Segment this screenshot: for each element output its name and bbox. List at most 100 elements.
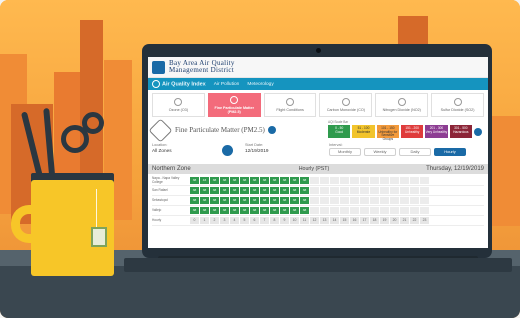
hour-value[interactable]: 38 [220, 197, 229, 204]
hour-value[interactable]: 38 [280, 177, 289, 184]
empty-cell [420, 187, 429, 194]
pm25-badge-icon [148, 117, 173, 143]
aqi-label: Moderate [356, 129, 371, 134]
hour-value[interactable]: 38 [240, 187, 249, 194]
empty-cell [420, 197, 429, 204]
hour-value[interactable]: 38 [290, 177, 299, 184]
tile-carbon-monoxide[interactable]: Carbon Monoxide (CO) [319, 93, 373, 117]
hour-value[interactable]: 38 [230, 197, 239, 204]
start-date-value[interactable]: 12/19/2019 [245, 148, 311, 153]
hour-value[interactable]: 38 [270, 197, 279, 204]
nav-air-quality-index[interactable]: Air Quality Index [152, 80, 206, 88]
empty-cell [330, 197, 339, 204]
hour-value[interactable]: 38 [290, 187, 299, 194]
weekly-button[interactable]: Weekly [364, 148, 396, 156]
empty-cell [350, 177, 359, 184]
zone-header: Northern Zone Hourly (PST) Thursday, 12/… [148, 164, 488, 174]
scissors-handle-icon [82, 112, 104, 134]
tile-pm25[interactable]: Fine Particulate Matter (PM2.5) [207, 93, 261, 117]
hour-value[interactable]: 38 [280, 187, 289, 194]
tile-flight-conditions[interactable]: Flight Conditions [263, 93, 317, 117]
empty-cell [310, 197, 319, 204]
hour-value[interactable]: 38 [250, 177, 259, 184]
tea-string [96, 189, 97, 230]
hour-value[interactable]: 38 [240, 177, 249, 184]
monthly-button[interactable]: Monthly [329, 148, 361, 156]
hour-value[interactable]: 38 [190, 197, 199, 204]
hour-value[interactable]: 38 [200, 197, 209, 204]
hour-value[interactable]: 38 [240, 197, 249, 204]
hour-value[interactable]: 38 [300, 177, 309, 184]
hour-label: 2 [210, 217, 219, 224]
hour-value[interactable]: 38 [260, 207, 269, 214]
hour-value[interactable]: 38 [270, 187, 279, 194]
tile-label: Sulfur Dioxide (SO2) [440, 108, 475, 112]
hour-value[interactable]: 38 [280, 207, 289, 214]
hour-value[interactable]: 38 [300, 197, 309, 204]
hour-value[interactable]: 38 [190, 177, 199, 184]
hour-label: 6 [250, 217, 259, 224]
hour-value[interactable]: 38 [270, 207, 279, 214]
empty-cell [420, 177, 429, 184]
hour-value[interactable]: 38 [300, 207, 309, 214]
hour-value[interactable]: 38 [210, 207, 219, 214]
hourly-cells: 38 38 38 38 38 38 38 38 38 38 38 38 [190, 197, 429, 204]
hour-value[interactable]: 38 [290, 207, 299, 214]
hour-value[interactable]: 38 [200, 207, 209, 214]
nav-air-pollution[interactable]: Air Pollution [214, 82, 240, 87]
hour-value[interactable]: 38 [260, 177, 269, 184]
app-header: Bay Area Air Quality Management District [148, 57, 488, 78]
hour-value[interactable]: 38 [260, 187, 269, 194]
nav-label: Meteorology [247, 81, 274, 87]
hour-value[interactable]: 38 [250, 197, 259, 204]
hour-value[interactable]: 38 [220, 187, 229, 194]
aqi-label: Hazardous [453, 129, 469, 134]
interval-filter: Interval: Monthly Weekly Daily Hourly [329, 143, 466, 156]
hour-label: 22 [410, 217, 419, 224]
hour-value[interactable]: 38 [190, 207, 199, 214]
nav-meteorology[interactable]: Meteorology [247, 82, 273, 87]
location-filter[interactable]: Location: All Zones [152, 143, 218, 153]
daily-button[interactable]: Daily [399, 148, 431, 156]
hour-value[interactable]: 38 [190, 187, 199, 194]
hourly-cells: 38 38 38 38 38 38 38 38 38 38 38 38 [190, 207, 429, 214]
tile-ozone[interactable]: Ozone (O3) [152, 93, 205, 117]
empty-cell [360, 187, 369, 194]
hour-value[interactable]: 38 [250, 207, 259, 214]
start-date-filter[interactable]: Start Date: 12/19/2019 [245, 143, 311, 153]
aqi-info-icon[interactable] [473, 127, 482, 136]
hour-value[interactable]: 38 [270, 177, 279, 184]
tile-sulfur-dioxide[interactable]: Sulfur Dioxide (SO2) [431, 93, 484, 117]
station-name: San Rafael [152, 187, 168, 192]
empty-cell [340, 197, 349, 204]
hour-value[interactable]: 38 [220, 177, 229, 184]
tile-nitrogen-dioxide[interactable]: Nitrogen Dioxide (NO2) [375, 93, 429, 117]
hour-value[interactable]: 38 [210, 197, 219, 204]
empty-cell [390, 207, 399, 214]
hour-value[interactable]: 38 [230, 177, 239, 184]
hour-value[interactable]: 38 [210, 187, 219, 194]
hour-label: 21 [400, 217, 409, 224]
hour-value[interactable]: 38 [230, 187, 239, 194]
hour-value[interactable]: 38 [300, 187, 309, 194]
hour-label: 23 [420, 217, 429, 224]
empty-cell [410, 187, 419, 194]
location-value[interactable]: All Zones [152, 148, 218, 153]
so2-icon [453, 98, 462, 106]
hour-value[interactable]: 43 [200, 177, 209, 184]
hour-value[interactable]: 38 [210, 177, 219, 184]
hour-value[interactable]: 38 [220, 207, 229, 214]
hour-value[interactable]: 38 [280, 197, 289, 204]
hour-value[interactable]: 38 [290, 197, 299, 204]
hour-value[interactable]: 38 [240, 207, 249, 214]
hour-value[interactable]: 38 [250, 187, 259, 194]
aqi-scale: AQI Scale Bar 0 - 50 Good 51 - 100 Moderat… [328, 120, 482, 141]
info-icon[interactable] [267, 126, 276, 134]
hour-value[interactable]: 38 [260, 197, 269, 204]
hour-value[interactable]: 38 [200, 187, 209, 194]
hourly-button[interactable]: Hourly [434, 148, 466, 156]
station-row: San Rafael 38 38 38 38 38 38 38 38 38 38 38 38 [152, 186, 484, 196]
station-name: Sebastopol [152, 197, 168, 202]
hour-value[interactable]: 38 [230, 207, 239, 214]
location-picker-button[interactable] [222, 145, 233, 156]
